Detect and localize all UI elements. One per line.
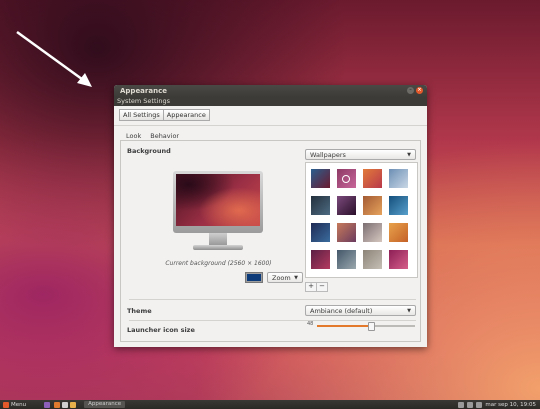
folder-icon[interactable] <box>70 401 77 408</box>
wallpaper-thumbnail[interactable] <box>336 222 357 243</box>
divider <box>114 125 427 126</box>
zoom-select-value: Zoom <box>272 274 291 282</box>
launcher-icon-size-label: Launcher icon size <box>127 326 195 334</box>
menu-button[interactable]: Menu <box>3 401 27 408</box>
theme-label: Theme <box>127 307 152 315</box>
slider-handle[interactable] <box>367 322 375 331</box>
monitor-base <box>193 245 243 250</box>
wallpaper-thumbnail[interactable] <box>336 168 357 189</box>
wallpaper-thumbnail[interactable] <box>310 168 331 189</box>
appearance-window: Appearance – × System Settings All Setti… <box>114 85 427 347</box>
taskbar-window-appearance[interactable]: Appearance <box>84 401 126 408</box>
wallpaper-thumbnail[interactable] <box>388 168 409 189</box>
launcher-size-slider[interactable] <box>317 322 415 331</box>
selected-check-icon <box>342 175 350 183</box>
mail-icon[interactable] <box>476 401 483 408</box>
firefox-icon[interactable] <box>54 401 61 408</box>
color-swatch <box>247 274 261 281</box>
monitor-stand <box>209 233 227 245</box>
chevron-down-icon: ▼ <box>407 308 411 314</box>
pointer-arrow <box>16 30 92 87</box>
wallpaper-thumbnail[interactable] <box>336 249 357 270</box>
window-controls: – × <box>407 87 423 94</box>
menubar[interactable]: System Settings <box>114 97 427 106</box>
volume-icon[interactable] <box>467 401 474 408</box>
monitor-preview <box>173 171 263 233</box>
breadcrumb: All Settings Appearance <box>119 109 427 121</box>
wallpaper-thumbnail[interactable] <box>388 222 409 243</box>
minimize-icon[interactable]: – <box>407 87 414 94</box>
divider <box>129 320 416 321</box>
current-background-caption: Current background (2560 × 1600) <box>165 260 272 267</box>
wallpaper-thumbnail[interactable] <box>362 222 383 243</box>
wallpaper-grid <box>305 162 418 278</box>
divider <box>129 299 416 300</box>
wallpaper-thumbnail[interactable] <box>310 249 331 270</box>
wallpaper-thumbnail[interactable] <box>310 195 331 216</box>
terminal-icon[interactable] <box>62 401 69 408</box>
menu-icon <box>3 401 9 408</box>
window-title: Appearance <box>120 87 167 95</box>
system-tray: mar sep 10, 19:05 <box>458 400 536 409</box>
network-icon[interactable] <box>458 401 465 408</box>
zoom-select[interactable]: Zoom ▼ <box>267 272 303 283</box>
wallpaper-thumbnail[interactable] <box>310 222 331 243</box>
launcher-app-icon[interactable] <box>44 401 51 408</box>
wallpaper-source-select[interactable]: Wallpapers ▼ <box>305 149 416 160</box>
wallpaper-thumbnail[interactable] <box>388 195 409 216</box>
theme-select-value: Ambiance (default) <box>310 307 373 315</box>
wallpaper-thumbnail[interactable] <box>388 249 409 270</box>
close-icon[interactable]: × <box>416 87 423 94</box>
chevron-down-icon: ▼ <box>294 275 298 281</box>
window-titlebar[interactable]: Appearance – × <box>114 85 427 97</box>
background-label: Background <box>127 147 171 155</box>
wallpaper-thumbnail[interactable] <box>336 195 357 216</box>
theme-select[interactable]: Ambiance (default) ▼ <box>305 305 416 316</box>
wallpaper-thumbnail[interactable] <box>362 195 383 216</box>
look-panel: Background Current background (2560 × 16… <box>120 140 421 342</box>
slider-fill <box>317 325 371 327</box>
chevron-down-icon: ▼ <box>407 152 411 158</box>
menu-label: Menu <box>11 401 27 408</box>
breadcrumb-all-settings[interactable]: All Settings <box>119 109 164 121</box>
launcher-size-value: 48 <box>307 321 314 327</box>
wallpaper-thumbnail[interactable] <box>362 249 383 270</box>
breadcrumb-appearance[interactable]: Appearance <box>162 109 210 121</box>
taskbar: Menu Appearance mar sep 10, 19:05 <box>0 400 540 409</box>
background-color-button[interactable] <box>245 272 263 283</box>
clock[interactable]: mar sep 10, 19:05 <box>485 402 536 408</box>
remove-wallpaper-button[interactable]: − <box>316 282 328 292</box>
current-background-preview <box>176 174 260 226</box>
wallpaper-thumbnail[interactable] <box>362 168 383 189</box>
wallpaper-source-value: Wallpapers <box>310 151 346 159</box>
